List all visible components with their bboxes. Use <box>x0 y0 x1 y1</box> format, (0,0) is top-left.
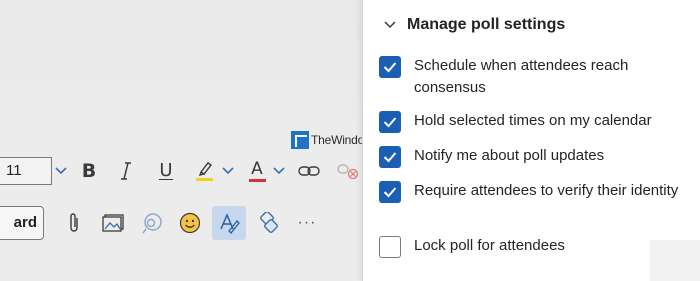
highlight-dropdown-icon[interactable] <box>221 164 235 178</box>
scheduling-poll-icon[interactable] <box>256 210 280 236</box>
highlight-icon[interactable] <box>194 159 216 183</box>
more-options-icon[interactable]: ··· <box>294 210 320 236</box>
editor-icon[interactable] <box>212 206 246 240</box>
font-size-dropdown-icon[interactable] <box>54 164 68 178</box>
insert-toolbar: ard ··· <box>0 200 362 246</box>
checkmark-icon <box>383 152 397 163</box>
font-size-input[interactable]: 11 <box>0 157 52 185</box>
panel-corner <box>650 240 700 281</box>
watermark-logo-icon <box>291 131 309 149</box>
checkmark-icon <box>383 117 397 128</box>
checkmark-icon <box>383 62 397 73</box>
card-button[interactable]: ard <box>0 206 44 240</box>
font-color-dropdown-icon[interactable] <box>272 164 286 178</box>
font-color-swatch <box>248 179 266 182</box>
checkmark-icon <box>383 187 397 198</box>
option-hold-times[interactable]: Hold selected times on my calendar <box>379 110 694 133</box>
poll-settings-panel: Manage poll settings Schedule when atten… <box>362 0 700 281</box>
emoji-icon[interactable] <box>178 210 202 236</box>
checkbox-schedule-consensus[interactable] <box>379 56 401 78</box>
bold-icon[interactable]: B <box>80 160 98 182</box>
checkbox-lock-poll[interactable] <box>379 236 401 258</box>
option-notify-updates[interactable]: Notify me about poll updates <box>379 145 694 168</box>
panel-title: Manage poll settings <box>407 16 566 33</box>
option-label: Schedule when attendees reach consensus <box>414 57 629 96</box>
image-icon[interactable] <box>101 211 125 235</box>
option-label: Notify me about poll updates <box>414 147 605 164</box>
formatting-toolbar: 11 B U A <box>0 150 362 194</box>
chevron-down-icon[interactable] <box>381 16 399 34</box>
option-label: Hold selected times on my calendar <box>414 112 652 129</box>
option-lock-poll[interactable]: Lock poll for attendees <box>379 235 694 258</box>
attach-icon[interactable] <box>64 210 84 236</box>
checkbox-hold-times[interactable] <box>379 111 401 133</box>
checkbox-verify-identity[interactable] <box>379 181 401 203</box>
link-icon[interactable] <box>297 161 321 181</box>
option-schedule-consensus[interactable]: Schedule when attendees reach consensus <box>379 55 694 99</box>
checkbox-notify-updates[interactable] <box>379 146 401 168</box>
editor-area <box>0 0 362 150</box>
italic-icon[interactable] <box>118 160 134 182</box>
font-color-icon[interactable]: A <box>246 158 268 184</box>
option-verify-identity[interactable]: Require attendees to verify their identi… <box>379 180 694 203</box>
option-label: Require attendees to verify their identi… <box>414 182 679 199</box>
remove-link-icon[interactable] <box>336 161 360 181</box>
underline-icon[interactable]: U <box>157 160 175 182</box>
loop-icon[interactable] <box>140 210 164 236</box>
poll-settings-header[interactable]: Manage poll settings <box>381 12 565 38</box>
